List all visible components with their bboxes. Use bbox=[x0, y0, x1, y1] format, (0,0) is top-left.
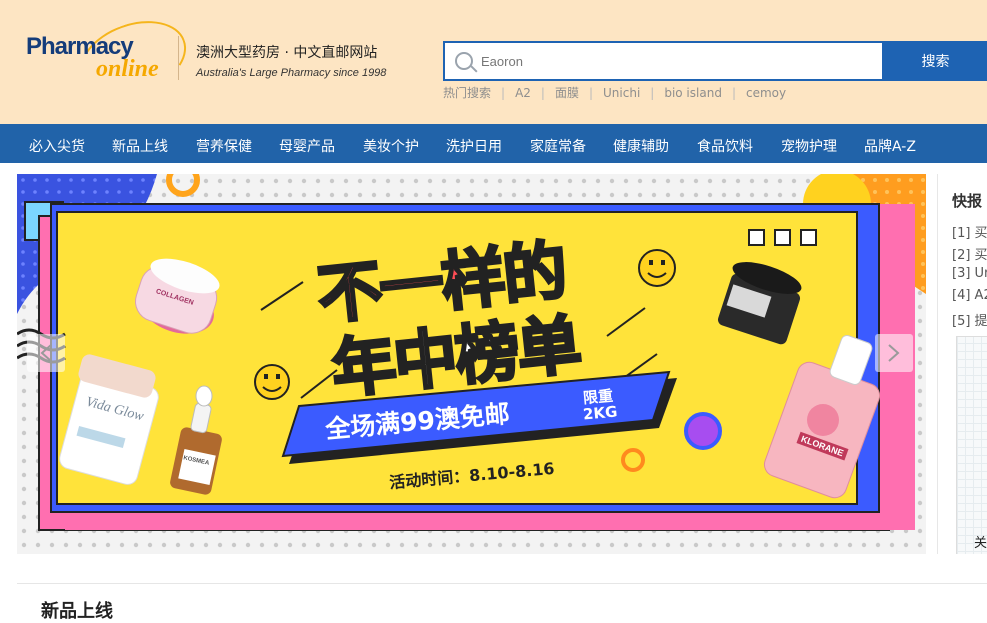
news-item[interactable]: [1] 买 bbox=[952, 222, 987, 241]
separator: | bbox=[650, 85, 655, 100]
separator: | bbox=[501, 85, 506, 100]
news-title: 快报 bbox=[952, 192, 983, 210]
news-panel: 快报 [1] 买 [2] 买 [3] Ur [4] A2 [5] 提 关 bbox=[937, 174, 987, 554]
search-input[interactable] bbox=[481, 43, 881, 79]
nav-item-pet-care[interactable]: 宠物护理 bbox=[781, 136, 837, 156]
hot-searches: 热门搜索 | A2 | 面膜 | Unichi | bio island | c… bbox=[443, 84, 786, 101]
news-item[interactable]: [2] 买 bbox=[952, 244, 987, 263]
tagline-chinese: 澳洲大型药房 · 中文直邮网站 bbox=[196, 45, 378, 61]
tagline-english: Australia's Large Pharmacy since 1998 bbox=[196, 67, 387, 79]
carousel-next-button[interactable] bbox=[875, 334, 913, 372]
nav-item-baby[interactable]: 母婴产品 bbox=[279, 136, 335, 156]
news-close-label[interactable]: 关 bbox=[974, 532, 987, 551]
pharmacy-online-logo[interactable]: Pharmacy online bbox=[26, 7, 197, 111]
hot-search-term[interactable]: 面膜 bbox=[555, 84, 579, 101]
chevron-left-icon bbox=[40, 344, 52, 362]
hot-search-label: 热门搜索 bbox=[443, 86, 492, 100]
nav-item-food-drinks[interactable]: 食品饮料 bbox=[697, 136, 753, 156]
news-image bbox=[956, 336, 987, 554]
promo-banner-carousel[interactable]: 不一样的 年中榜单 全场满99澳免邮 限重 2KG 活动时间：8.10-8.16… bbox=[17, 174, 926, 554]
banner-limit-2: 2KG bbox=[582, 402, 619, 424]
nav-item-brands-a-z[interactable]: 品牌A-Z bbox=[864, 136, 916, 156]
hot-search-term[interactable]: A2 bbox=[515, 86, 531, 100]
nav-item-daily-care[interactable]: 洗护日用 bbox=[446, 136, 502, 156]
news-item[interactable]: [3] Ur bbox=[952, 266, 987, 281]
new-arrivals-section: 新品上线 bbox=[17, 583, 987, 622]
separator: | bbox=[588, 85, 594, 100]
main-nav: 必入尖货 新品上线 营养保健 母婴产品 美妆个护 洗护日用 家庭常备 健康辅助 … bbox=[0, 124, 987, 163]
nav-item-nutrition[interactable]: 营养保健 bbox=[196, 136, 252, 156]
news-item[interactable]: [4] A2 bbox=[952, 288, 987, 303]
separator: | bbox=[731, 85, 736, 100]
tagline: 澳洲大型药房 · 中文直邮网站 Australia's Large Pharma… bbox=[196, 42, 386, 79]
news-item[interactable]: [5] 提 bbox=[952, 310, 987, 329]
separator: | bbox=[540, 85, 545, 100]
nav-item-household[interactable]: 家庭常备 bbox=[530, 136, 586, 156]
nav-item-must-buy[interactable]: 必入尖货 bbox=[29, 136, 85, 156]
hot-search-term[interactable]: cemoy bbox=[746, 86, 786, 100]
search-box bbox=[443, 41, 884, 81]
section-title: 新品上线 bbox=[41, 601, 113, 622]
site-header: Pharmacy online 澳洲大型药房 · 中文直邮网站 Australi… bbox=[0, 0, 987, 124]
logo-divider bbox=[178, 36, 179, 80]
search-bar: 搜索 bbox=[443, 41, 987, 81]
chevron-right-icon bbox=[888, 344, 900, 362]
hot-search-term[interactable]: bio island bbox=[664, 86, 722, 100]
logo-word-online: online bbox=[96, 56, 159, 82]
search-button[interactable]: 搜索 bbox=[884, 41, 987, 81]
carousel-prev-button[interactable] bbox=[27, 334, 65, 372]
nav-item-health-aids[interactable]: 健康辅助 bbox=[613, 136, 669, 156]
hot-search-term[interactable]: Unichi bbox=[603, 86, 640, 100]
nav-item-new-arrivals[interactable]: 新品上线 bbox=[112, 136, 168, 156]
nav-item-beauty[interactable]: 美妆个护 bbox=[363, 136, 419, 156]
search-icon bbox=[455, 52, 473, 70]
